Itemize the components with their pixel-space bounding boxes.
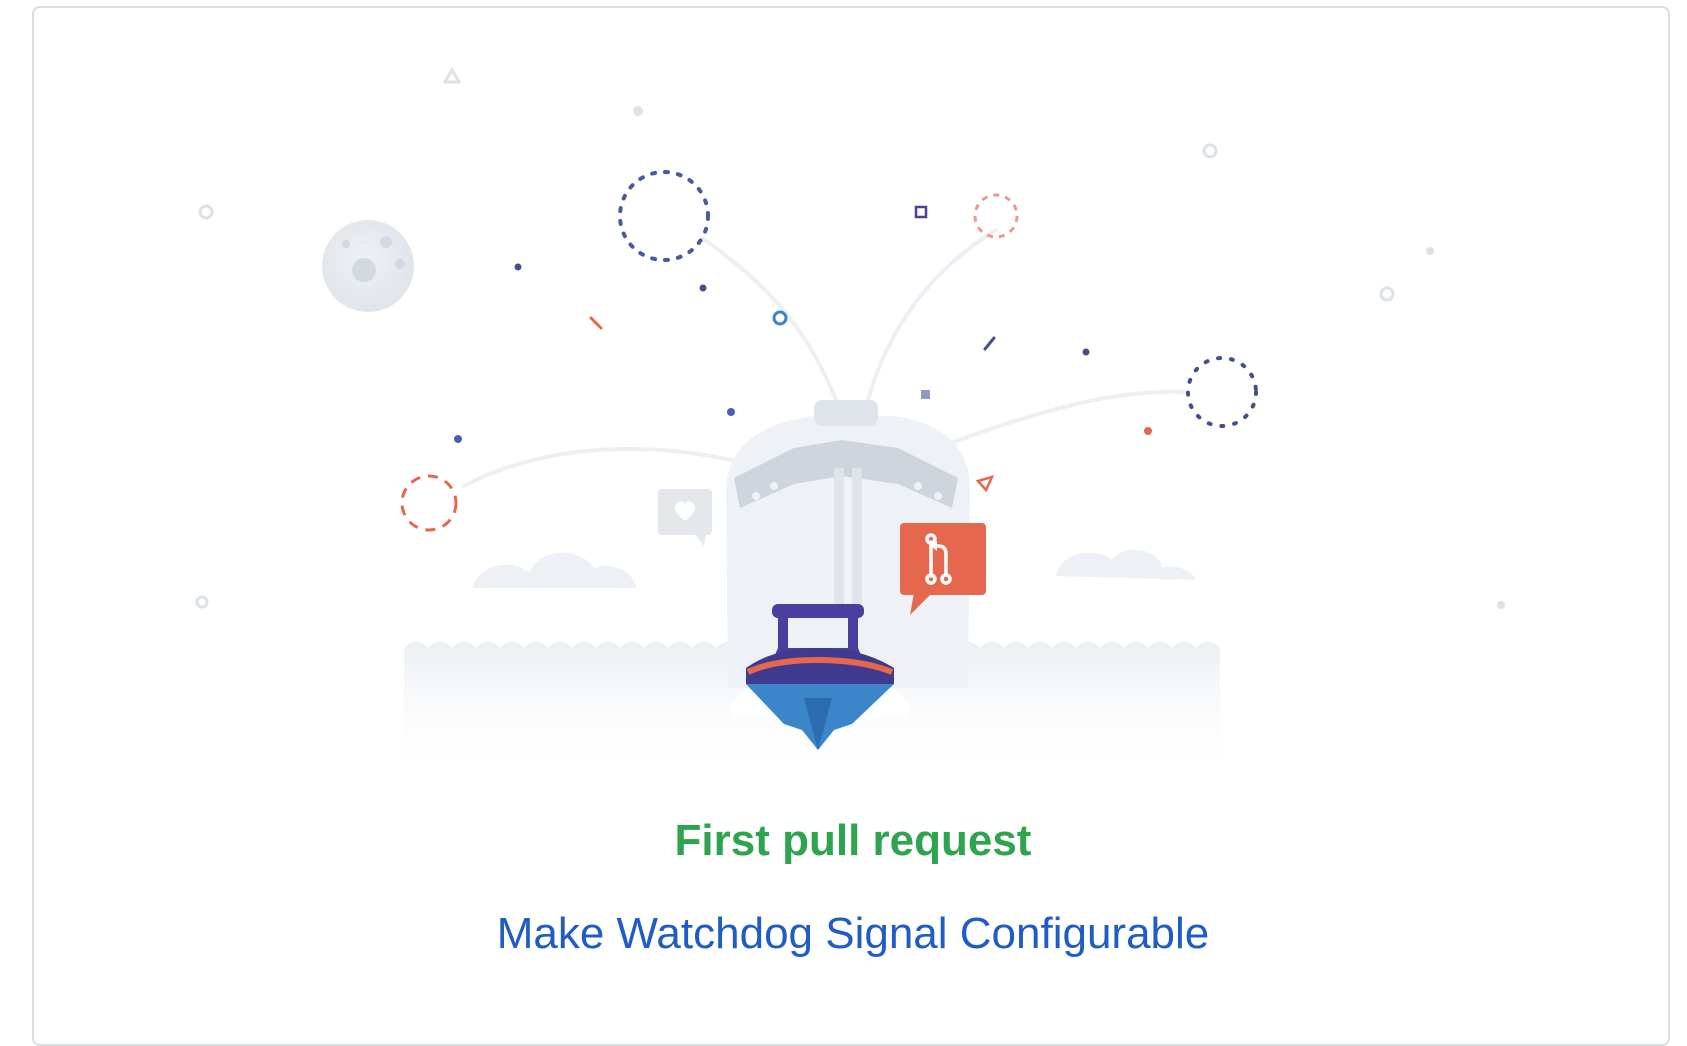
achievement-illustration [34,8,1672,798]
dotted-circle-navy [1186,356,1258,428]
achievement-card: First pull request Make Watchdog Signal … [32,6,1670,1046]
dotted-circle-blue [618,170,710,262]
achievement-title: First pull request [674,816,1032,865]
heart-speech-bubble-icon [658,489,712,546]
dashed-circle-red [400,474,458,532]
moon [322,220,414,312]
pull-request-link[interactable]: Make Watchdog Signal Configurable [34,906,1672,962]
